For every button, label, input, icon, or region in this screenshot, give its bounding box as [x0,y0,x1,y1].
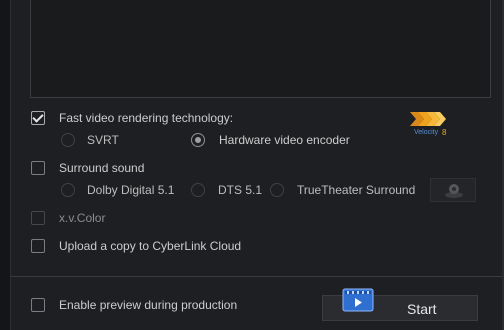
svg-text:8: 8 [442,128,447,137]
left-frame-edge [0,0,11,330]
fast-video-rendering-label: Fast video rendering technology: [59,111,234,125]
preview-area [30,0,491,98]
dolby-digital-label: Dolby Digital 5.1 [87,183,175,197]
surround-settings-button[interactable] [430,178,476,202]
hardware-encoder-radio[interactable] [191,133,205,147]
upload-cloud-checkbox[interactable] [31,239,45,253]
velocity-8-logo-icon: Velocity 8 [410,112,447,137]
enable-preview-label: Enable preview during production [59,298,238,312]
truetheater-label: TrueTheater Surround [297,183,416,197]
hardware-encoder-label: Hardware video encoder [219,133,350,147]
svrt-label: SVRT [87,133,119,147]
dolby-digital-radio[interactable] [61,183,75,197]
truetheater-radio[interactable] [270,183,284,197]
footer-divider [11,276,502,277]
speaker-settings-icon [445,184,463,198]
start-button[interactable]: Start [322,288,478,321]
enable-preview-checkbox[interactable] [31,298,45,312]
dts-label: DTS 5.1 [218,183,263,197]
xvcolor-checkbox[interactable] [31,211,45,225]
svrt-radio[interactable] [61,133,75,147]
play-film-icon [342,288,374,312]
start-button-label: Start [407,301,437,317]
fast-video-rendering-checkbox[interactable] [31,111,45,125]
surround-sound-checkbox[interactable] [31,161,45,175]
upload-cloud-label: Upload a copy to CyberLink Cloud [59,239,242,253]
xvcolor-label: x.v.Color [59,211,106,225]
surround-sound-label: Surround sound [59,161,145,175]
svg-text:Velocity: Velocity [414,129,439,136]
dts-radio[interactable] [191,183,205,197]
